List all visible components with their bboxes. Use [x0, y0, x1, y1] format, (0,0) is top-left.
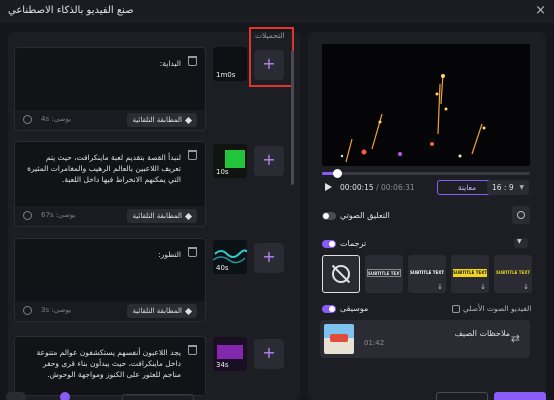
scene-text[interactable]: لنبدأ القصة بتقديم لعبة ماينكرافت، حيث ي… [26, 152, 181, 185]
scene-card-3: التطور: يوصى: 3s المطابقة التلقائية [14, 238, 206, 322]
add-media-button-4[interactable]: + [254, 339, 284, 369]
chevron-down-icon: ▼ [517, 238, 522, 245]
trash-icon[interactable] [188, 345, 197, 355]
subtitles-expand-button[interactable]: ▼ [514, 238, 528, 248]
auto-match-label: المطابقة التلقائية [132, 212, 182, 220]
aspect-ratio-value: 16 : 9 [492, 183, 514, 192]
clip-duration: 40s [216, 264, 229, 272]
auto-match-button[interactable]: المطابقة التلقائية [126, 209, 197, 223]
music-title: ملاحظات الصيف [454, 329, 510, 338]
close-icon[interactable]: × [535, 3, 546, 18]
scene-thumbnail-1[interactable]: 1m0s [213, 47, 247, 81]
scene-footer: يوصى: 3s المطابقة التلقائية [15, 301, 205, 321]
voice-recommendation: يوصى: 67s [41, 211, 76, 219]
original-audio-label: الفيديو الصوت الأصلي [463, 304, 532, 313]
add-media-button-2[interactable]: + [254, 146, 284, 176]
chevron-down-icon: ▼ [519, 184, 524, 191]
video-preview[interactable] [322, 44, 530, 166]
voiceover-settings-button[interactable] [512, 206, 530, 224]
clip-duration: 1m0s [216, 71, 236, 79]
diamond-icon [184, 307, 193, 315]
music-thumbnail [324, 324, 354, 354]
scene-text-area[interactable]: البداية: [15, 48, 205, 110]
toggle-knob [329, 241, 335, 247]
trash-icon[interactable] [188, 56, 197, 66]
scene-text[interactable]: يجد اللاعبون أنفسهم يستكشفون عوالم متنوع… [26, 347, 181, 380]
auto-match-label: المطابقة التلقائية [132, 307, 182, 315]
subtitle-styles: SUBTITLE TEXT SUBTITLE TEXT ↓ SUBTITLE TE… [322, 255, 532, 295]
subtitle-style-4[interactable]: SUBTITLE TEXT ↓ [494, 255, 532, 293]
scene-footer: يوصى: 67s المطابقة التلقائية [15, 206, 205, 226]
music-toggle[interactable] [322, 305, 336, 313]
subtitle-style-preview: SUBTITLE TEXT [453, 269, 487, 277]
scene-card-2: لنبدأ القصة بتقديم لعبة ماينكرافت، حيث ي… [14, 141, 206, 227]
scene-text-area[interactable]: التطور: [15, 239, 205, 301]
voice-recommendation: يوصى: 4s [41, 115, 72, 123]
music-duration: 01:42 [364, 339, 385, 347]
play-icon[interactable] [325, 183, 332, 191]
bottom-toggle[interactable] [6, 392, 26, 400]
settings-icon [517, 211, 525, 219]
total-time: / 00:06:31 [376, 183, 415, 192]
download-icon: ↓ [437, 283, 443, 291]
subtitle-style-2[interactable]: SUBTITLE TEXT ↓ [408, 255, 446, 293]
add-media-button-1[interactable]: + [254, 50, 284, 80]
subtitle-style-preview: SUBTITLE TEXT [410, 270, 444, 275]
diamond-icon [184, 212, 193, 220]
aspect-ratio-select[interactable]: 16 : 9 ▼ [487, 180, 529, 195]
scene-text-area[interactable]: لنبدأ القصة بتقديم لعبة ماينكرافت، حيث ي… [15, 142, 205, 206]
download-icon: ↓ [523, 283, 529, 291]
voiceover-label: التعليق الصوتي [340, 211, 390, 220]
current-time: 00:00:15 [340, 183, 374, 192]
download-icon: ↓ [480, 283, 486, 291]
subtitle-style-preview: SUBTITLE TEXT [496, 270, 530, 275]
music-track[interactable]: ملاحظات الصيف 01:42 ⇄ [320, 320, 530, 358]
original-audio-checkbox[interactable] [452, 305, 460, 313]
trash-icon[interactable] [188, 247, 197, 257]
auto-match-button[interactable]: المطابقة التلقائية [126, 304, 197, 318]
title-bar: صنع الفيديو بالذكاء الاصطناعي × [0, 0, 554, 22]
scene-thumbnail-2[interactable]: 10s [213, 144, 247, 178]
scene-thumbnail-3[interactable]: 40s [213, 240, 247, 274]
auto-match-label: المطابقة التلقائية [132, 116, 182, 124]
scene-card-1: البداية: يوصى: 4s المطابقة التلقائية [14, 47, 206, 131]
timecode: 00:00:15 / 00:06:31 [340, 183, 415, 192]
bottom-bar [0, 386, 554, 400]
scene-text[interactable]: البداية: [26, 58, 181, 69]
subtitles-toggle[interactable] [322, 240, 336, 248]
window-title: صنع الفيديو بالذكاء الاصطناعي [8, 5, 134, 16]
music-label: موسيقى [340, 304, 369, 313]
clip-duration: 10s [216, 168, 229, 176]
trash-icon[interactable] [188, 150, 197, 160]
scene-thumbnail-4[interactable]: 34s [213, 337, 247, 371]
create-button[interactable] [494, 392, 546, 400]
scene-footer: يوصى: 4s المطابقة التلقائية [15, 110, 205, 130]
toggle-knob [329, 306, 335, 312]
auto-match-button[interactable]: المطابقة التلقائية [126, 113, 197, 127]
subtitle-style-preview: SUBTITLE TEXT [367, 269, 401, 277]
scrollbar[interactable] [291, 50, 294, 185]
scene-text[interactable]: التطور: [26, 249, 181, 260]
clock-icon [23, 306, 32, 315]
voiceover-toggle[interactable] [322, 212, 336, 220]
toggle-knob [323, 213, 329, 219]
voice-recommendation: يوصى: 3s [41, 306, 72, 314]
subtitle-style-1[interactable]: SUBTITLE TEXT [365, 255, 403, 293]
add-media-button-3[interactable]: + [254, 243, 284, 273]
bottom-indicator [60, 392, 70, 400]
diamond-icon [184, 116, 193, 124]
subtitles-label: ترجمات [340, 239, 367, 248]
seek-handle[interactable] [333, 169, 342, 178]
clock-icon [23, 211, 32, 220]
clock-icon [23, 115, 32, 124]
subtitle-style-none[interactable] [322, 255, 360, 293]
clip-duration: 34s [216, 361, 229, 369]
subtitle-style-3[interactable]: SUBTITLE TEXT ↓ [451, 255, 489, 293]
seek-bar[interactable] [322, 169, 530, 178]
cancel-button[interactable] [436, 392, 488, 400]
bottom-button[interactable] [122, 394, 194, 400]
swap-icon[interactable]: ⇄ [511, 332, 520, 345]
